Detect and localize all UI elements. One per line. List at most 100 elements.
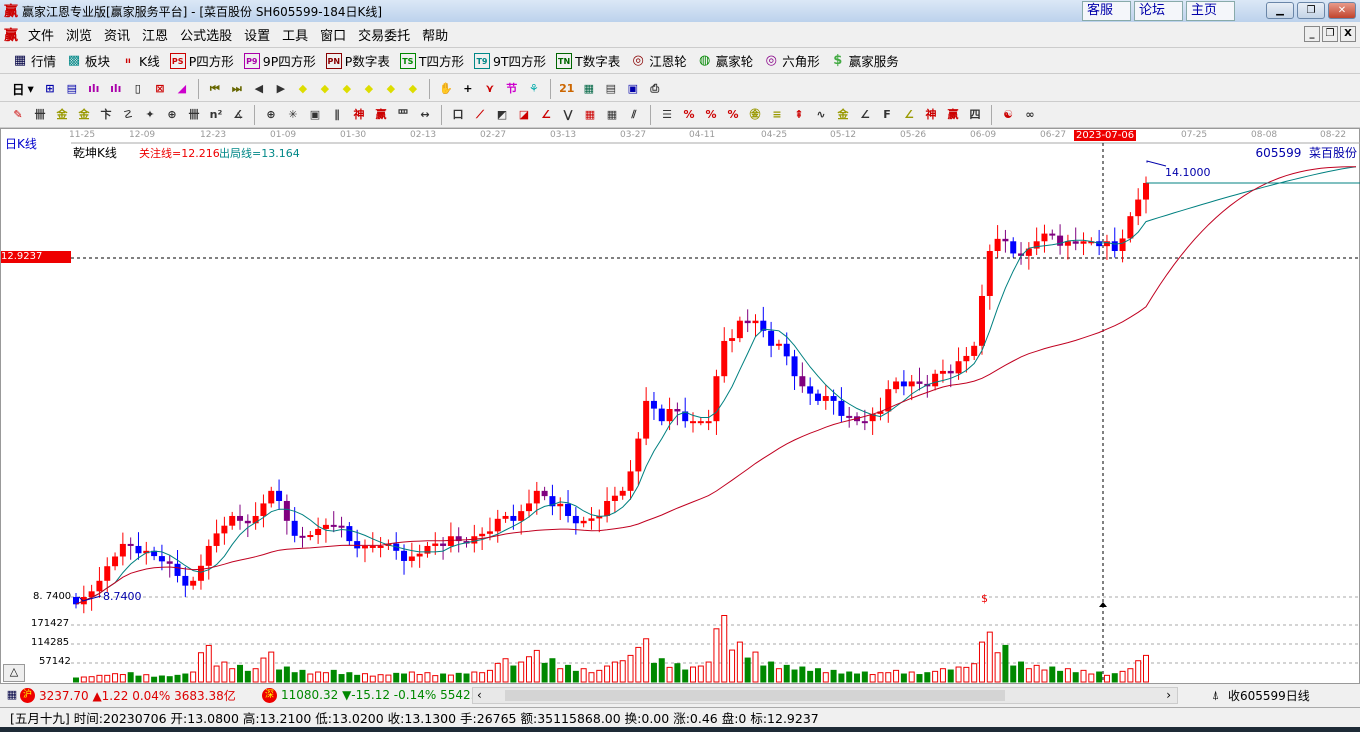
- ying-lines-icon[interactable]: 赢: [945, 107, 961, 123]
- spiral-icon[interactable]: ☡: [120, 107, 136, 123]
- first-icon[interactable]: ⏮: [207, 81, 223, 97]
- pen-icon[interactable]: ✎: [10, 107, 26, 123]
- zigzag-icon[interactable]: ⋁: [560, 107, 576, 123]
- fork-icon[interactable]: 卞: [98, 107, 114, 123]
- ying-icon[interactable]: 赢: [373, 107, 389, 123]
- restore-button[interactable]: ❐: [1297, 2, 1325, 19]
- candle-icon[interactable]: ▯: [130, 81, 146, 97]
- prev-icon[interactable]: ◀: [251, 81, 267, 97]
- node-icon[interactable]: 节: [504, 81, 520, 97]
- shen-lines-icon[interactable]: 神: [923, 107, 939, 123]
- list-icon[interactable]: ☰: [659, 107, 675, 123]
- infinity-icon[interactable]: ∞: [1022, 107, 1038, 123]
- four-lines-icon[interactable]: 四: [967, 107, 983, 123]
- square-icon[interactable]: ▣: [307, 107, 323, 123]
- left-diamond-icon[interactable]: ◆: [295, 81, 311, 97]
- close-button[interactable]: ✕: [1328, 2, 1356, 19]
- notes-icon[interactable]: ▤: [64, 81, 80, 97]
- menu-file[interactable]: 文件: [22, 25, 60, 44]
- mdi-close-button[interactable]: X: [1340, 26, 1356, 42]
- toolbar-button-kline[interactable]: ıı K线: [116, 51, 164, 70]
- fan-icon[interactable]: ⟋: [472, 107, 488, 123]
- calculator-icon[interactable]: ▦: [581, 81, 597, 97]
- n2-icon[interactable]: n²: [208, 107, 224, 123]
- period-dropdown[interactable]: 日 ▾: [8, 79, 38, 98]
- gold-lines-icon[interactable]: ≡: [769, 107, 785, 123]
- grid-red-icon[interactable]: ▦: [582, 107, 598, 123]
- chart9-icon[interactable]: ılı: [108, 81, 124, 97]
- zoom-icon[interactable]: ⊞: [42, 81, 58, 97]
- save-icon[interactable]: ▣: [625, 81, 641, 97]
- last-icon[interactable]: ⏭: [229, 81, 245, 97]
- toolbar-button-grid-table[interactable]: ▦ 行情: [8, 51, 60, 70]
- line-icon[interactable]: ⋎: [482, 81, 498, 97]
- h-shrink-icon[interactable]: ◆: [361, 81, 377, 97]
- star-icon[interactable]: ✳: [285, 107, 301, 123]
- bars-icon[interactable]: 卌: [186, 107, 202, 123]
- pen-lines-icon[interactable]: ⇞: [791, 107, 807, 123]
- report-icon[interactable]: ▤: [603, 81, 619, 97]
- wave-icon[interactable]: ∿: [813, 107, 829, 123]
- gold1-icon[interactable]: 金: [54, 107, 70, 123]
- forum-link[interactable]: 论坛: [1134, 1, 1183, 21]
- rocket-icon[interactable]: ✦: [142, 107, 158, 123]
- target-icon[interactable]: ⊕: [263, 107, 279, 123]
- menu-settings[interactable]: 设置: [238, 25, 276, 44]
- arrows-icon[interactable]: ↔: [417, 107, 433, 123]
- percent-icon[interactable]: %: [703, 107, 719, 123]
- gold-lines2-icon[interactable]: ∠: [901, 107, 917, 123]
- spectrum-icon[interactable]: ◢: [174, 81, 190, 97]
- toolbar-button-ts[interactable]: TS T四方形: [396, 51, 468, 70]
- toolbar-button-hexagon[interactable]: ◎ 六角形: [759, 51, 824, 70]
- percent-lines-icon[interactable]: %: [725, 107, 741, 123]
- arc-icon[interactable]: ◩: [494, 107, 510, 123]
- gold-box-icon[interactable]: 金: [835, 107, 851, 123]
- grid-box-icon[interactable]: ▦: [604, 107, 620, 123]
- menu-gann[interactable]: 江恩: [136, 25, 174, 44]
- angle-fan-icon[interactable]: ∠: [538, 107, 554, 123]
- j-lines-icon[interactable]: ∠: [857, 107, 873, 123]
- percent-box-icon[interactable]: %: [681, 107, 697, 123]
- toolbar-button-winner-wheel[interactable]: ◍ 赢家轮: [693, 51, 758, 70]
- grid-icon[interactable]: 罒: [395, 107, 411, 123]
- angle-icon[interactable]: ∡: [230, 107, 246, 123]
- gold-coin-icon[interactable]: ㊎: [747, 107, 763, 123]
- chart3-icon[interactable]: ılı: [86, 81, 102, 97]
- shenzhen-index[interactable]: 11080.32 ▼-15.12 -0.14% 5542.38: [281, 688, 481, 702]
- next-icon[interactable]: ▶: [273, 81, 289, 97]
- menu-window[interactable]: 窗口: [314, 25, 352, 44]
- crosshair-icon[interactable]: +: [460, 81, 476, 97]
- menu-browse[interactable]: 浏览: [60, 25, 98, 44]
- right-diamond-icon[interactable]: ◆: [317, 81, 333, 97]
- toolbar-button-tn[interactable]: TN T数字表: [552, 51, 624, 70]
- hash-icon[interactable]: 卌: [32, 107, 48, 123]
- pattern-icon[interactable]: ⚘: [526, 81, 542, 97]
- print-icon[interactable]: ⎙: [647, 81, 663, 97]
- toolbar-button-pn[interactable]: PN P数字表: [322, 51, 394, 70]
- horizontal-scrollbar[interactable]: ‹ ›: [472, 686, 1178, 704]
- customer-service-link[interactable]: 客服: [1082, 1, 1131, 21]
- toolbar-button-gann-wheel[interactable]: ◎ 江恩轮: [626, 51, 691, 70]
- lines-icon[interactable]: ∥: [329, 107, 345, 123]
- scroll-right-icon[interactable]: ›: [1166, 688, 1171, 702]
- calendar-icon[interactable]: 21: [559, 81, 575, 97]
- shanghai-index[interactable]: 3237.70 ▲1.22 0.04% 3683.38亿: [39, 687, 254, 704]
- toolbar-button-dollar[interactable]: $ 赢家服务: [826, 51, 903, 70]
- scroll-left-icon[interactable]: ‹: [477, 688, 482, 702]
- kline-chart[interactable]: 日K线 乾坤K线 关注线=12.216 出局线=13.164 605599 菜百…: [0, 128, 1360, 684]
- yinyang-icon[interactable]: ☯: [1000, 107, 1016, 123]
- config-icon[interactable]: ⊠: [152, 81, 168, 97]
- menu-formula[interactable]: 公式选股: [174, 25, 238, 44]
- menu-info[interactable]: 资讯: [98, 25, 136, 44]
- v-expand-icon[interactable]: ◆: [405, 81, 421, 97]
- expand-panel-button[interactable]: △: [3, 664, 25, 682]
- square-fan-icon[interactable]: ◪: [516, 107, 532, 123]
- gold2-icon[interactable]: 金: [76, 107, 92, 123]
- v-shrink-icon[interactable]: ◆: [383, 81, 399, 97]
- menu-trade[interactable]: 交易委托: [352, 25, 416, 44]
- toolbar-button-ps[interactable]: PS P四方形: [166, 51, 238, 70]
- minimize-button[interactable]: ▁: [1266, 2, 1294, 19]
- f-lines-icon[interactable]: F: [879, 107, 895, 123]
- grid-table-icon[interactable]: ▦: [4, 687, 20, 703]
- toolbar-button-p9[interactable]: P9 9P四方形: [240, 51, 320, 70]
